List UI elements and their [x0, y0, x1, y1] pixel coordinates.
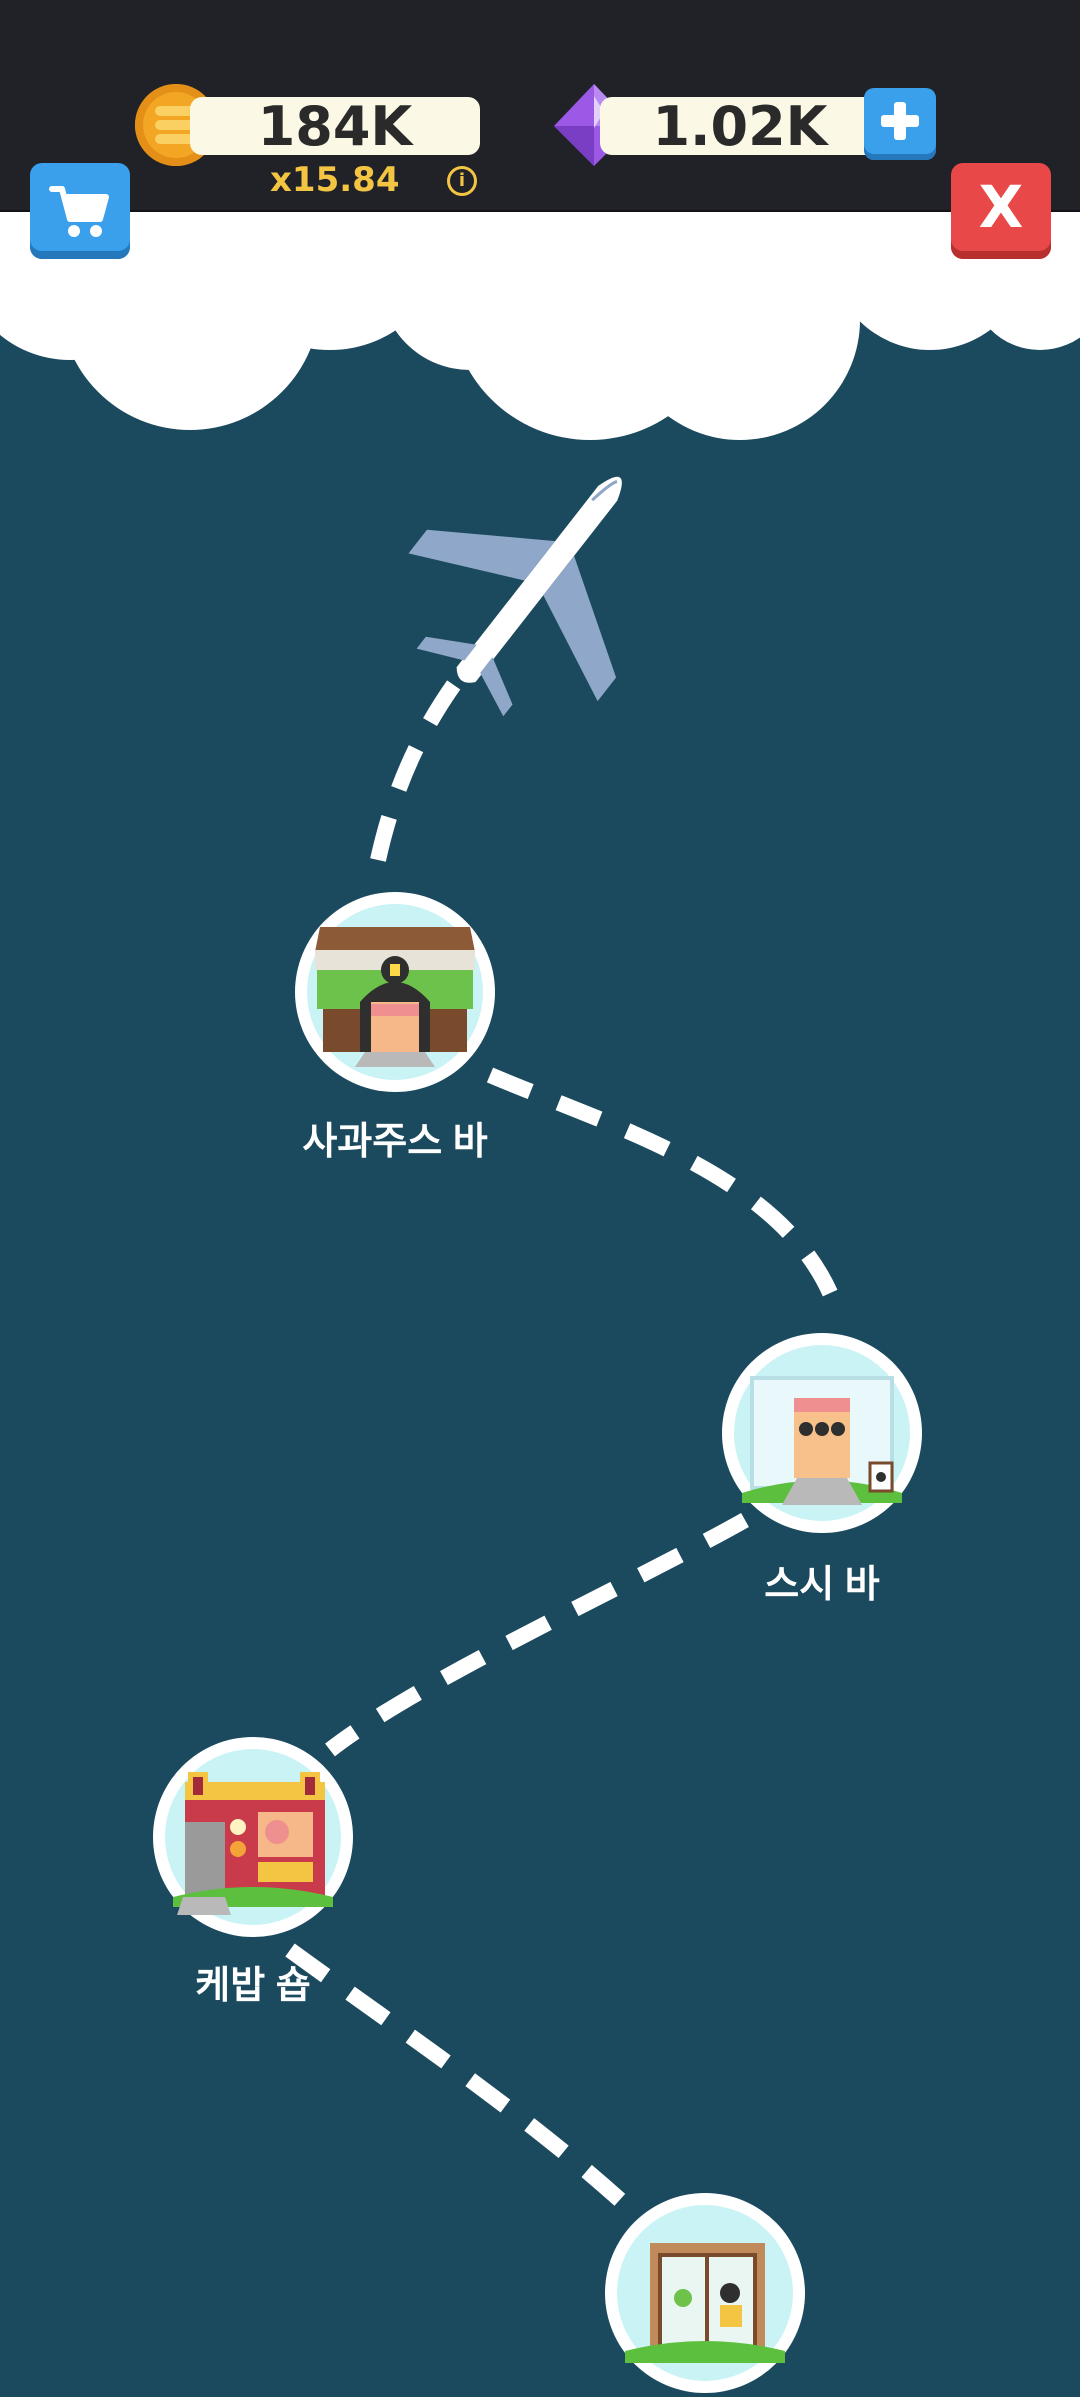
- next-shop-building-icon: [617, 2205, 793, 2381]
- juice-bar-building-icon: [307, 904, 483, 1080]
- station-kebab-shop[interactable]: [153, 1737, 353, 1937]
- station-next-shop[interactable]: [605, 2193, 805, 2393]
- station-sushi-bar[interactable]: [722, 1333, 922, 1533]
- income-multiplier: x15.84: [270, 160, 400, 200]
- gem-counter: 1.02K: [600, 95, 880, 158]
- sushi-bar-building-icon: [734, 1345, 910, 1521]
- station-juice-bar[interactable]: [295, 892, 495, 1092]
- station-label-juice-bar: 사과주스 바: [302, 1121, 488, 1163]
- world-map: [0, 0, 1080, 2340]
- kebab-shop-building-icon: [165, 1749, 341, 1925]
- station-label-sushi-bar: 스시 바: [764, 1564, 880, 1606]
- info-icon[interactable]: i: [447, 166, 477, 196]
- close-label: X: [978, 173, 1024, 241]
- plus-icon: [881, 102, 919, 140]
- station-label-kebab-shop: 케밥 숍: [195, 1965, 311, 2007]
- cart-icon: [49, 186, 109, 237]
- close-button[interactable]: X: [951, 163, 1051, 259]
- add-gems-button[interactable]: [864, 88, 936, 160]
- coin-counter: 184K: [190, 95, 480, 158]
- shop-cart-button[interactable]: [30, 163, 130, 259]
